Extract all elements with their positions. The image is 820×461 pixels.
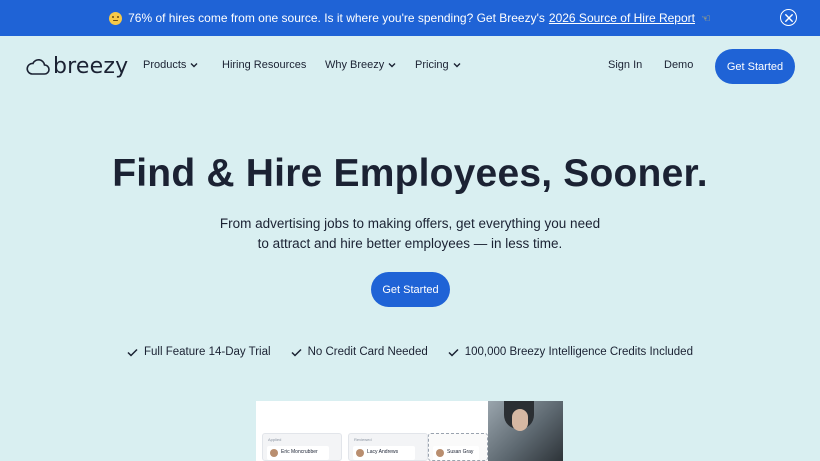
hero-subtitle-line-1: From advertising jobs to making offers, … <box>219 216 601 231</box>
smiling-face-icon <box>109 11 123 25</box>
woman-photo <box>488 401 563 461</box>
hero-get-started-button[interactable]: Get Started <box>371 272 450 307</box>
feature-label: No Credit Card Needed <box>307 346 428 358</box>
close-icon[interactable] <box>780 9 797 26</box>
banner-text: 76% of hires come from one source. Is it… <box>128 11 545 25</box>
nav-products-label: Products <box>143 59 187 71</box>
hero-subtitle: From advertising jobs to making offers, … <box>0 214 820 254</box>
nav-hiring-resources[interactable]: Hiring Resources <box>222 59 306 71</box>
sign-in-link[interactable]: Sign In <box>608 59 642 71</box>
feature-item: 100,000 Breezy Intelligence Credits Incl… <box>448 346 693 358</box>
pipeline-column-header: Reviewed <box>354 437 372 442</box>
product-preview-image: Applied Eric Moncrubber Reviewed Lacy An… <box>256 401 563 461</box>
candidate-card: Eric Moncrubber <box>267 446 330 460</box>
nav-get-started-button[interactable]: Get Started <box>715 49 795 84</box>
candidate-name: Eric Moncrubber <box>281 449 318 455</box>
nav-resources-label: Hiring Resources <box>222 59 307 71</box>
pipeline-column-applied: Applied Eric Moncrubber <box>262 433 342 461</box>
nav-pricing-label: Pricing <box>415 59 449 71</box>
candidate-card: Susan Gray <box>433 446 480 460</box>
breezy-logo[interactable]: breezy <box>26 54 128 79</box>
pipeline-column-reviewed: Reviewed Lacy Andrews <box>348 433 428 461</box>
checkmark-icon <box>448 348 459 357</box>
feature-label: 100,000 Breezy Intelligence Credits Incl… <box>464 346 693 358</box>
feature-item: Full Feature 14-Day Trial <box>127 346 271 358</box>
nav-why-label: Why Breezy <box>325 59 385 71</box>
checkmark-icon <box>291 348 302 357</box>
avatar <box>436 449 444 457</box>
feature-list: Full Feature 14-Day Trial No Credit Card… <box>0 346 820 358</box>
nav-why-breezy[interactable]: Why Breezy <box>325 59 396 71</box>
checkmark-icon <box>127 348 138 357</box>
photo-face <box>512 409 528 431</box>
hero-subtitle-line-2: to attract and hire better employees — i… <box>257 236 563 251</box>
chevron-down-icon <box>190 63 198 68</box>
avatar <box>270 449 278 457</box>
nav-pricing[interactable]: Pricing <box>415 59 461 71</box>
hero-title: Find & Hire Employees, Sooner. <box>112 152 708 195</box>
chevron-down-icon <box>388 63 396 68</box>
candidate-card: Lacy Andrews <box>353 446 416 460</box>
cloud-icon <box>26 58 50 75</box>
nav-products[interactable]: Products <box>143 59 198 71</box>
brand-name: breezy <box>53 54 129 79</box>
top-navigation: breezy Products Hiring Resources Why Bre… <box>0 36 820 96</box>
candidate-name: Lacy Andrews <box>367 449 399 455</box>
hand-pointing-left-icon: ☜ <box>701 12 711 25</box>
chevron-down-icon <box>453 63 461 68</box>
feature-label: Full Feature 14-Day Trial <box>144 346 271 358</box>
pipeline-drop-zone: Susan Gray <box>428 433 488 461</box>
avatar <box>356 449 364 457</box>
demo-link[interactable]: Demo <box>664 59 693 71</box>
announcement-banner: 76% of hires come from one source. Is it… <box>0 0 820 36</box>
banner-report-link[interactable]: 2026 Source of Hire Report <box>549 11 695 25</box>
feature-item: No Credit Card Needed <box>291 346 428 358</box>
candidate-name: Susan Gray <box>447 449 474 455</box>
pipeline-column-header: Applied <box>268 437 282 442</box>
